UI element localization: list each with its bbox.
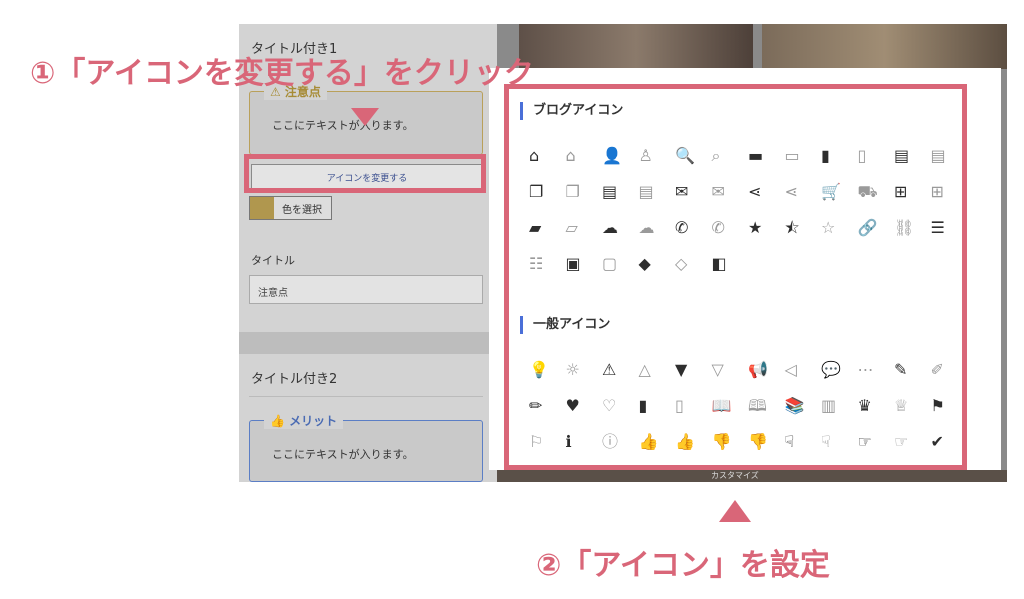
step2-caption: ②「アイコン」を設定 (536, 548, 830, 583)
step1-caption: ①「アイコンを変更する」をクリック (30, 56, 534, 91)
background-photo-coins (762, 24, 1007, 69)
background-caption: カスタマイズ (711, 471, 759, 480)
merit-box-text: ここにテキストが入ります。 (272, 448, 414, 461)
caution-box-text: ここにテキストが入ります。 (272, 119, 414, 132)
sidebar-title-2: タイトル付き2 (251, 372, 338, 387)
highlight-icon-dialog (504, 84, 967, 470)
merit-box-legend: 👍 メリット (264, 412, 344, 429)
color-select-button[interactable]: 色を選択 (249, 196, 332, 220)
title-field-label: タイトル (251, 254, 295, 267)
sidebar-rule (249, 396, 483, 397)
arrow-up-icon (719, 500, 751, 522)
section-divider (239, 332, 497, 354)
sidebar: タイトル付き1 ⚠ 注意点 ここにテキストが入ります。 アイコンを変更する 色を… (239, 24, 497, 482)
title-field[interactable]: 注意点 (249, 275, 483, 304)
background-photo-laptop (519, 24, 753, 69)
color-select-label: 色を選択 (282, 204, 322, 216)
color-swatch (250, 197, 274, 219)
merit-box: 👍 メリット ここにテキストが入ります。 (249, 412, 483, 482)
highlight-change-button (244, 154, 486, 193)
arrow-down-icon (351, 108, 379, 126)
